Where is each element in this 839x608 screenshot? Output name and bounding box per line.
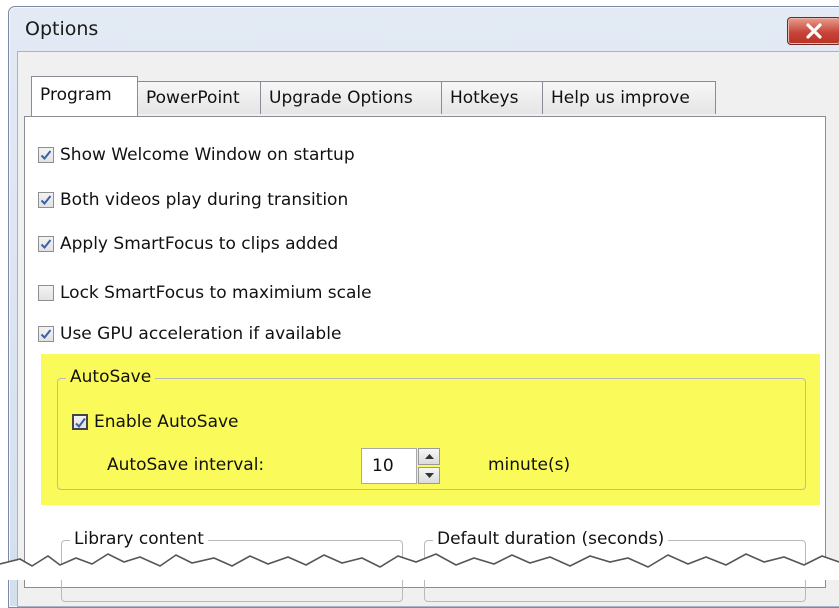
checkbox-label: Show Welcome Window on startup xyxy=(60,145,355,165)
tab-hotkeys[interactable]: Hotkeys xyxy=(441,81,543,114)
checkbox-label: Use GPU acceleration if available xyxy=(60,324,342,344)
dialog-title: Options xyxy=(25,18,99,40)
autosave-interval-label: AutoSave interval: xyxy=(107,455,265,475)
interval-value: 10 xyxy=(372,456,394,476)
option-gpu-acceleration[interactable]: Use GPU acceleration if available xyxy=(38,322,341,346)
tab-label: Program xyxy=(40,85,112,105)
enable-autosave-option[interactable]: Enable AutoSave xyxy=(72,410,239,434)
tab-label: Hotkeys xyxy=(450,88,519,108)
checkbox-label: Both videos play during transition xyxy=(60,190,349,210)
arrow-down-icon xyxy=(425,473,434,478)
option-both-videos-play[interactable]: Both videos play during transition xyxy=(38,188,348,212)
checkmark-icon xyxy=(40,150,52,160)
checkbox[interactable] xyxy=(38,192,54,208)
tab-label: Help us improve xyxy=(551,88,690,108)
checkmark-icon xyxy=(40,329,52,339)
tab-program[interactable]: Program xyxy=(31,76,138,116)
close-button[interactable] xyxy=(787,17,839,45)
interval-spinner[interactable] xyxy=(418,448,440,484)
interval-unit-label: minute(s) xyxy=(488,455,571,475)
close-icon xyxy=(806,23,822,39)
checkmark-icon xyxy=(40,239,52,249)
checkbox[interactable] xyxy=(38,285,54,301)
checkbox-label: Enable AutoSave xyxy=(94,412,239,432)
tab-upgrade-options[interactable]: Upgrade Options xyxy=(260,81,442,114)
tab-help-us-improve[interactable]: Help us improve xyxy=(542,81,716,114)
checkbox[interactable] xyxy=(72,414,88,430)
checkbox-label: Lock SmartFocus to maximium scale xyxy=(60,283,372,303)
checkbox[interactable] xyxy=(38,326,54,342)
tab-label: Upgrade Options xyxy=(269,88,413,108)
arrow-up-icon xyxy=(425,454,434,459)
spin-up-button[interactable] xyxy=(418,448,440,465)
tab-powerpoint[interactable]: PowerPoint xyxy=(137,81,261,114)
title-bar[interactable]: Options xyxy=(9,7,839,57)
autosave-interval-input[interactable]: 10 xyxy=(361,448,417,484)
checkmark-icon xyxy=(75,417,86,429)
checkbox[interactable] xyxy=(38,236,54,252)
group-title: AutoSave xyxy=(66,367,156,387)
option-show-welcome-window[interactable]: Show Welcome Window on startup xyxy=(38,143,355,167)
checkbox[interactable] xyxy=(38,147,54,163)
option-apply-smartfocus[interactable]: Apply SmartFocus to clips added xyxy=(38,232,338,256)
tab-panel-program xyxy=(24,116,826,588)
checkbox-label: Apply SmartFocus to clips added xyxy=(60,234,339,254)
checkmark-icon xyxy=(40,195,52,205)
torn-edge xyxy=(0,553,839,580)
option-lock-smartfocus[interactable]: Lock SmartFocus to maximium scale xyxy=(38,281,372,305)
spin-down-button[interactable] xyxy=(418,467,440,484)
tab-label: PowerPoint xyxy=(146,88,240,108)
